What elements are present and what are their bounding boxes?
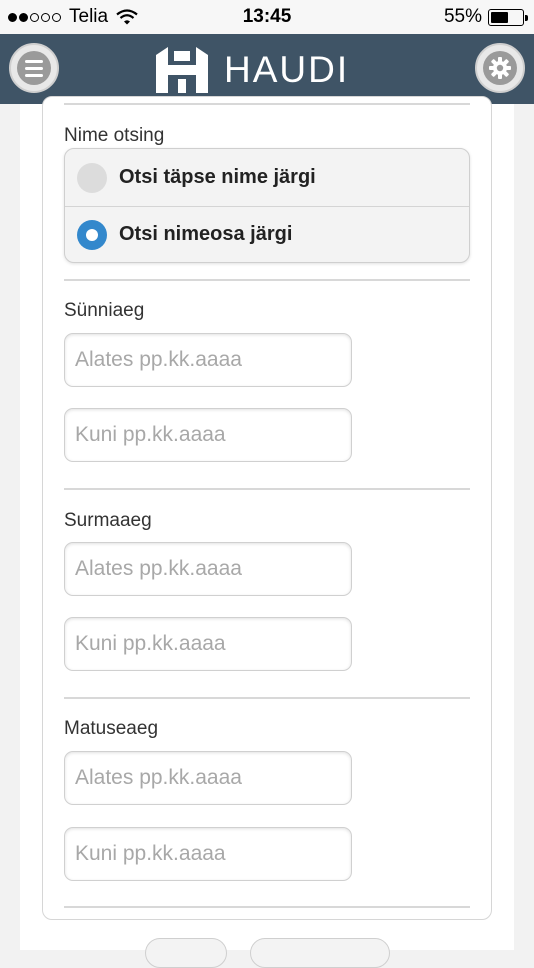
bottom-action-button[interactable] (250, 938, 390, 968)
battery-percent: 55% (443, 6, 482, 27)
divider (64, 488, 470, 490)
app-header: HAUDI (0, 34, 534, 104)
status-bar-right: 55% (443, 6, 528, 28)
battery-fill (491, 11, 508, 23)
death-date-label: Surmaaeg (64, 510, 152, 531)
radio-label: Otsi nimeosa järgi (119, 223, 293, 245)
gear-icon (483, 51, 517, 85)
burial-date-to-input[interactable] (64, 827, 352, 881)
birth-date-from-input[interactable] (64, 333, 352, 387)
death-date-from-input[interactable] (64, 542, 352, 596)
radio-option-partial-name[interactable]: Otsi nimeosa järgi (65, 206, 469, 263)
radio-label: Otsi täpse nime järgi (119, 166, 316, 188)
status-bar: Telia 13:45 55% (0, 0, 534, 34)
haudi-logo: HAUDI (150, 42, 349, 98)
haudi-logo-icon (156, 47, 208, 93)
radio-option-exact-name[interactable]: Otsi täpse nime järgi (65, 149, 469, 207)
name-search-label: Nime otsing (64, 125, 165, 146)
menu-button[interactable] (9, 43, 59, 93)
radio-unchecked-icon (77, 162, 107, 193)
burial-date-from-input[interactable] (64, 751, 352, 805)
divider (64, 103, 470, 105)
battery-icon (488, 8, 528, 26)
brand-name: HAUDI (224, 49, 350, 90)
death-date-to-input[interactable] (64, 617, 352, 671)
battery-tip (525, 14, 528, 21)
divider (64, 279, 470, 281)
hamburger-menu-icon (17, 51, 51, 85)
settings-button[interactable] (475, 43, 525, 93)
divider (64, 906, 470, 908)
bottom-action-button[interactable] (145, 938, 227, 968)
birth-date-to-input[interactable] (64, 408, 352, 462)
name-search-radio-group: Otsi täpse nime järgi Otsi nimeosa järgi (64, 148, 470, 263)
burial-date-label: Matuseaeg (64, 718, 159, 739)
divider (64, 697, 470, 699)
birth-date-label: Sünniaeg (64, 300, 145, 321)
radio-checked-icon (77, 219, 107, 250)
